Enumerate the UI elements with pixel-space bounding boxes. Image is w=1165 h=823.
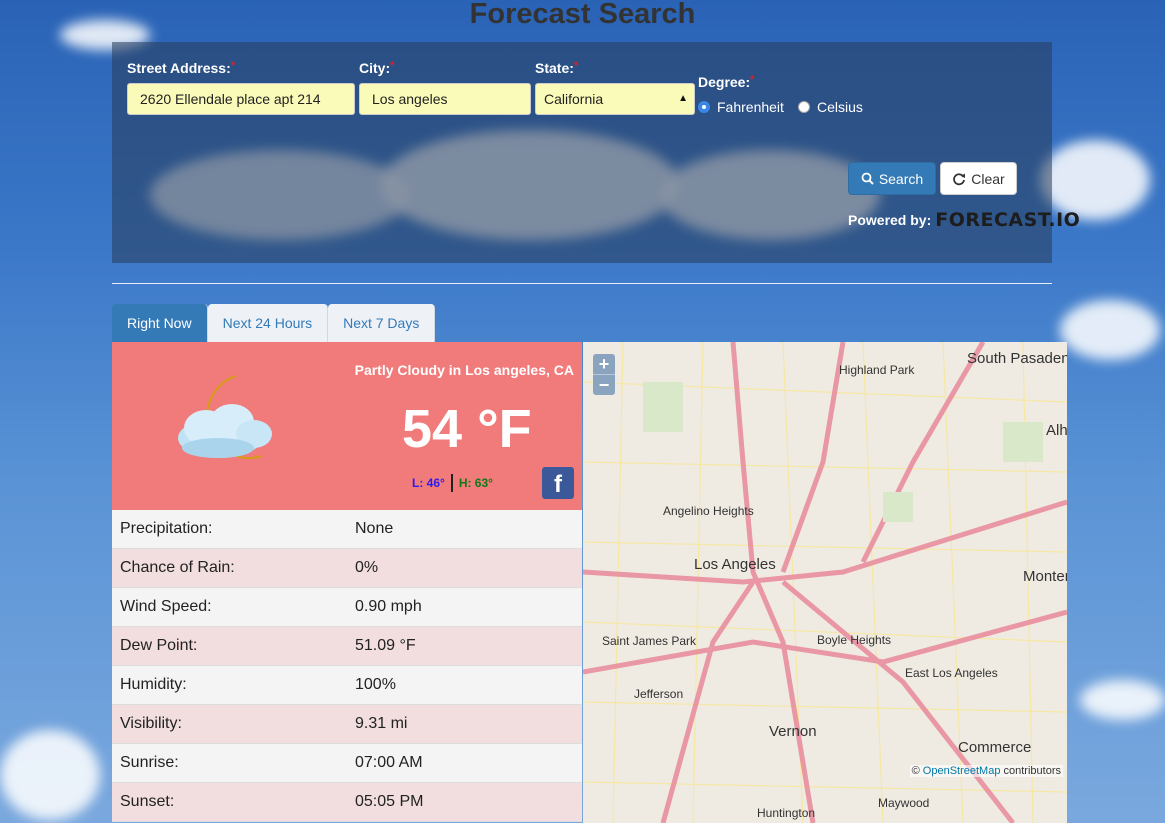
map-place-label: Alh — [1046, 422, 1067, 439]
refresh-icon — [953, 172, 966, 185]
partly-cloudy-night-icon — [178, 375, 272, 459]
detail-label: Humidity: — [120, 676, 187, 693]
city-input[interactable]: Los angeles — [359, 83, 531, 115]
forecast-io-logo[interactable]: FORECAST.IO — [935, 209, 1080, 231]
map-attribution: © OpenStreetMap contributors — [909, 765, 1063, 777]
tab-right-now[interactable]: Right Now — [112, 304, 208, 342]
detail-value: 100% — [355, 676, 396, 693]
map-place-label: Highland Park — [839, 363, 915, 377]
detail-label: Dew Point: — [120, 637, 198, 654]
fahrenheit-radio[interactable] — [698, 101, 710, 113]
low-high-separator — [450, 474, 453, 492]
state-label: State:* — [535, 60, 579, 76]
map-place-label: Maywood — [878, 796, 930, 810]
low-temp: L: 46° — [412, 476, 445, 490]
table-row: Sunset: 05:05 PM — [112, 783, 582, 822]
powered-by-label: Powered by: — [848, 212, 932, 228]
state-select[interactable]: California ▲ — [535, 83, 695, 115]
detail-label: Chance of Rain: — [120, 559, 235, 576]
map-place-label: Angelino Heights — [663, 504, 754, 518]
detail-label: Sunset: — [120, 793, 175, 810]
weather-details-table: Precipitation: None Chance of Rain: 0% Win… — [112, 510, 582, 822]
search-button-label: Search — [878, 170, 924, 187]
attribution-suffix: contributors — [1003, 765, 1061, 777]
detail-value: 9.31 mi — [355, 715, 408, 732]
map-place-label: Jefferson — [634, 687, 684, 701]
low-high-temps: L: 46° H: 63° — [412, 474, 493, 492]
celsius-label: Celsius — [817, 99, 863, 115]
clear-button-label: Clear — [971, 170, 1005, 187]
detail-label: Wind Speed: — [120, 598, 212, 615]
map-place-label: Los Angeles — [694, 556, 776, 573]
map-place-label: Vernon — [769, 723, 817, 740]
detail-value: 05:05 PM — [355, 793, 424, 810]
table-row: Chance of Rain: 0% — [112, 549, 582, 588]
openstreetmap-link[interactable]: OpenStreetMap — [923, 765, 1001, 777]
street-label: Street Address:* — [127, 60, 236, 76]
facebook-icon: f — [554, 471, 562, 498]
detail-value: 51.09 °F — [355, 637, 416, 654]
map-place-label: East Los Angeles — [905, 666, 998, 680]
zoom-out-button[interactable]: − — [593, 374, 615, 395]
weather-summary: Partly Cloudy in Los angeles, CA — [354, 362, 574, 378]
map-place-label: South Pasadena — [967, 350, 1067, 367]
detail-label: Sunrise: — [120, 754, 179, 771]
powered-by: Powered by: FORECAST.IO — [848, 209, 1080, 231]
table-row: Humidity: 100% — [112, 666, 582, 705]
map-place-label: Monter — [1023, 568, 1067, 585]
tab-next-7-days[interactable]: Next 7 Days — [328, 304, 436, 342]
celsius-option[interactable]: Celsius — [798, 99, 863, 115]
detail-label: Precipitation: — [120, 520, 213, 537]
detail-label: Visibility: — [120, 715, 182, 732]
city-label: City:* — [359, 60, 395, 76]
degree-label: Degree:* — [698, 74, 755, 90]
current-weather-panel: Partly Cloudy in Los angeles, CA 54 °F L… — [112, 342, 582, 510]
current-temperature: 54 °F — [402, 399, 532, 459]
table-row: Precipitation: None — [112, 510, 582, 549]
table-row: Visibility: 9.31 mi — [112, 705, 582, 744]
fahrenheit-label: Fahrenheit — [717, 99, 784, 115]
map-place-label: Commerce — [958, 739, 1032, 756]
celsius-radio[interactable] — [798, 101, 810, 113]
select-arrows-icon: ▲ — [678, 93, 688, 104]
page-title: Forecast Search — [469, 0, 696, 30]
map-place-label: Huntington — [757, 806, 816, 820]
tab-next-24-hours[interactable]: Next 24 Hours — [207, 304, 329, 342]
search-icon — [861, 172, 874, 185]
fahrenheit-option[interactable]: Fahrenheit — [698, 99, 784, 115]
map-view[interactable]: South Pasadena Highland Park Alh Angelin… — [583, 342, 1067, 823]
table-row: Sunrise: 07:00 AM — [112, 744, 582, 783]
detail-value: 0% — [355, 559, 379, 576]
detail-value: None — [355, 520, 394, 537]
detail-value: 0.90 mph — [355, 598, 422, 615]
divider — [112, 283, 1052, 284]
state-selected-value: California — [544, 91, 604, 107]
attribution-copyright: © — [911, 765, 920, 777]
table-row: Dew Point: 51.09 °F — [112, 627, 582, 666]
map-zoom-control: + − — [593, 354, 615, 395]
street-address-input[interactable]: 2620 Ellendale place apt 214 — [127, 83, 355, 115]
search-button[interactable]: Search — [848, 162, 936, 195]
clear-button[interactable]: Clear — [940, 162, 1017, 195]
result-tabs: Right Now Next 24 Hours Next 7 Days — [112, 304, 436, 342]
high-temp: H: 63° — [458, 476, 493, 490]
map-place-label: Saint James Park — [602, 634, 697, 648]
map-place-label: Boyle Heights — [817, 633, 892, 647]
table-row: Wind Speed: 0.90 mph — [112, 588, 582, 627]
detail-value: 07:00 AM — [355, 754, 423, 771]
zoom-in-button[interactable]: + — [593, 354, 615, 374]
facebook-share-button[interactable]: f — [542, 467, 574, 499]
